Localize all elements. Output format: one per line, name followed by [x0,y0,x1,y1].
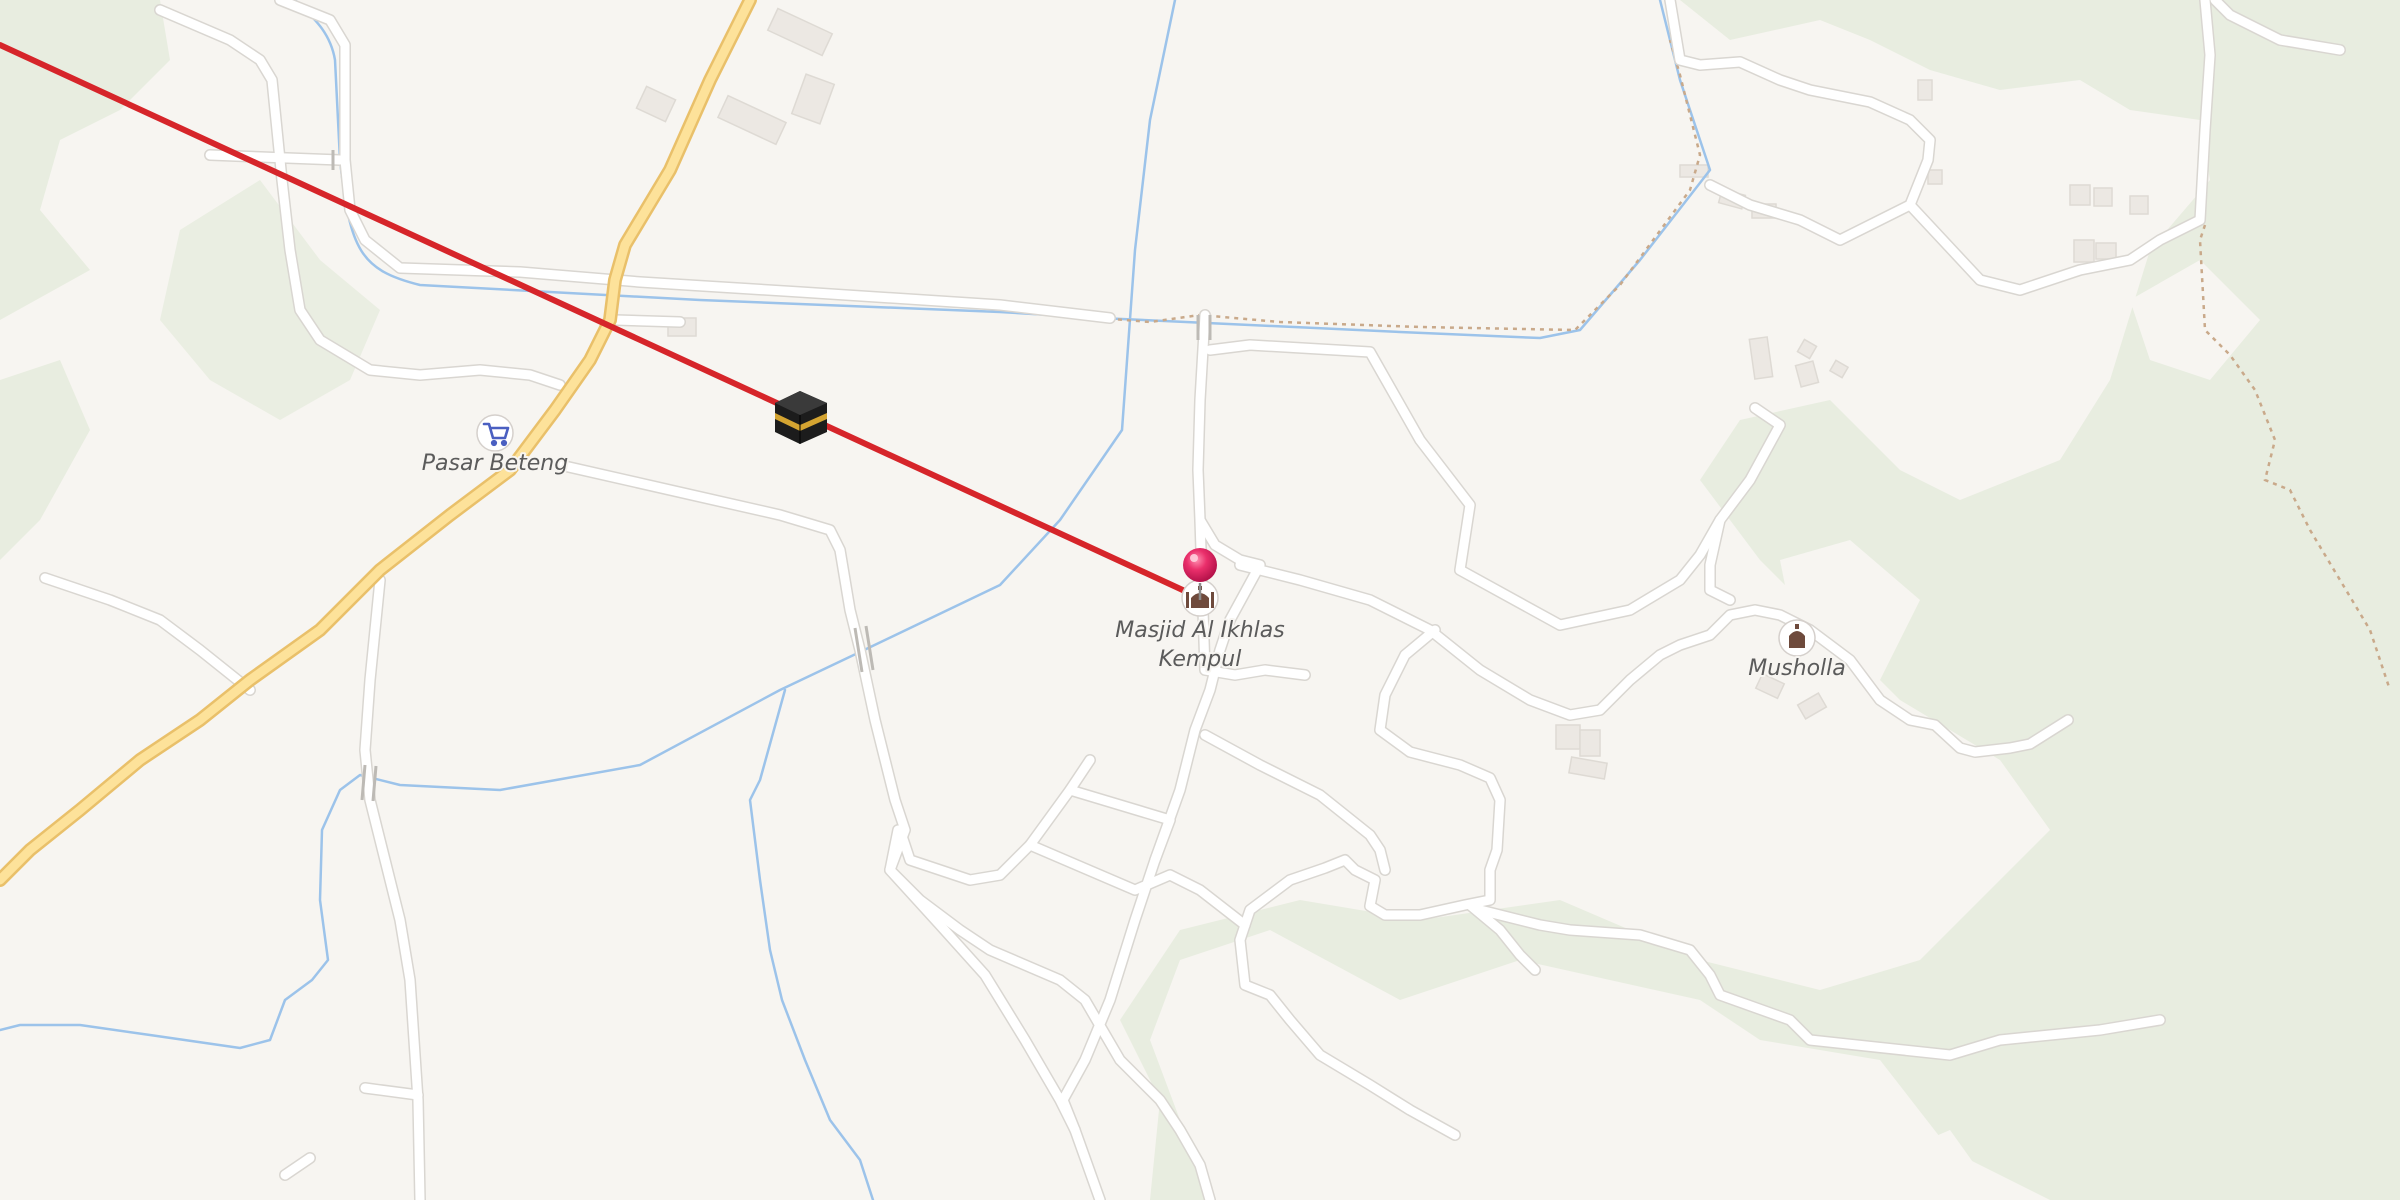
masjid-label-line2: Kempul [1159,647,1242,672]
musholla-label: Musholla [1748,656,1846,681]
masjid-label-line1: Masjid Al Ikhlas [1115,618,1285,643]
map-canvas[interactable]: Pasar Beteng Masjid Al Ikhlas Kempul Mus… [0,0,2400,1200]
pasar-beteng-label: Pasar Beteng [422,451,568,476]
